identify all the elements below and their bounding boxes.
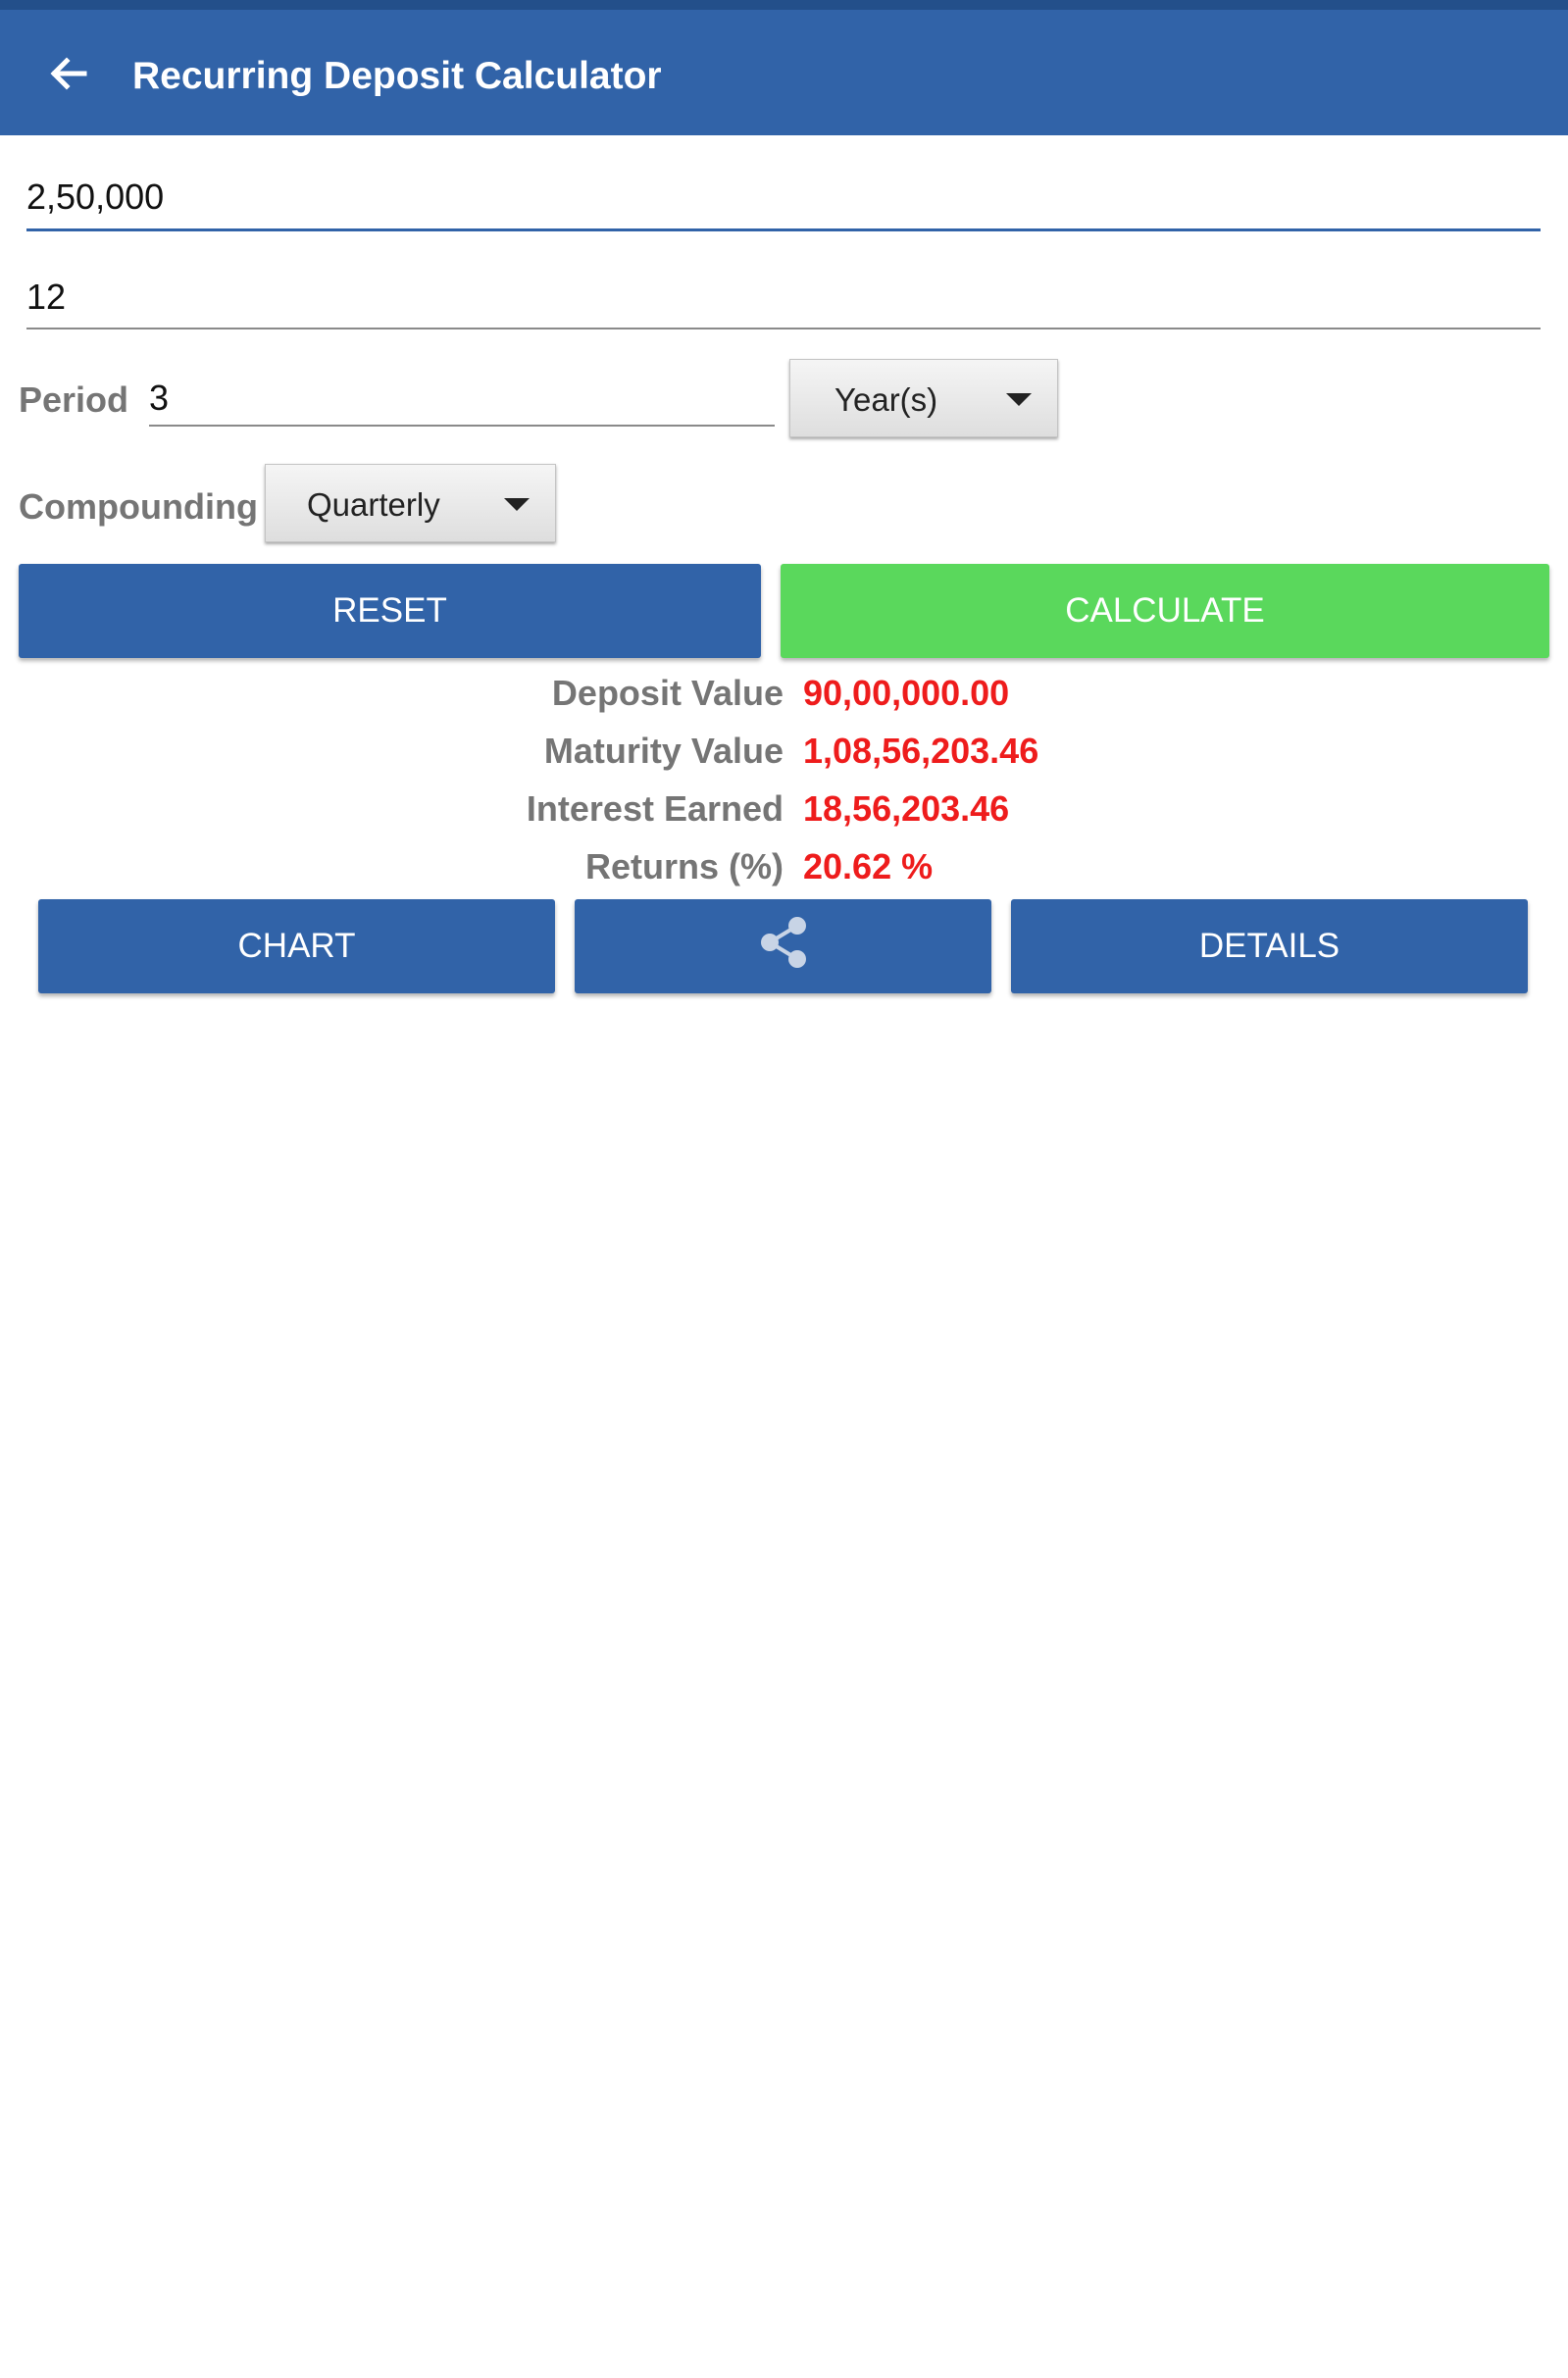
share-icon <box>752 911 815 983</box>
returns-label: Returns (%) <box>584 846 784 886</box>
maturity-value: 1,08,56,203.46 <box>803 731 1039 771</box>
amount-input-value: 2,50,000 <box>26 177 165 217</box>
details-button[interactable]: DETAILS <box>1011 899 1528 993</box>
interest-rate-input[interactable]: 12 <box>26 277 1541 329</box>
deposit-value: 90,00,000.00 <box>803 673 1010 713</box>
period-unit-dropdown[interactable]: Year(s) <box>789 359 1058 437</box>
interest-earned-label: Interest Earned <box>526 788 784 829</box>
deposit-value-label: Deposit Value <box>551 673 784 713</box>
compounding-label: Compounding <box>19 486 258 527</box>
share-button[interactable] <box>575 899 991 993</box>
period-input-value: 3 <box>149 378 170 418</box>
amount-input[interactable]: 2,50,000 <box>26 177 1541 231</box>
returns-value: 20.62 % <box>803 846 934 886</box>
amount-input-underline <box>26 228 1541 231</box>
app-bar: Recurring Deposit Calculator <box>0 10 1568 135</box>
compounding-value: Quarterly <box>307 486 440 523</box>
period-input[interactable]: 3 <box>149 378 775 427</box>
status-bar <box>0 0 1568 10</box>
reset-button[interactable]: RESET <box>19 564 761 658</box>
interest-rate-input-underline <box>26 328 1541 329</box>
caret-down-icon <box>504 498 530 511</box>
period-unit-value: Year(s) <box>835 381 938 418</box>
interest-rate-input-value: 12 <box>26 277 67 317</box>
compounding-dropdown[interactable]: Quarterly <box>265 464 556 542</box>
caret-down-icon <box>1006 393 1032 406</box>
calculate-button[interactable]: CALCULATE <box>781 564 1549 658</box>
period-label: Period <box>19 379 129 420</box>
back-arrow-icon[interactable] <box>43 51 98 96</box>
interest-earned-value: 18,56,203.46 <box>803 788 1010 829</box>
period-input-underline <box>149 425 775 427</box>
chart-button[interactable]: CHART <box>38 899 555 993</box>
page-title: Recurring Deposit Calculator <box>132 55 662 97</box>
maturity-value-label: Maturity Value <box>543 731 784 771</box>
